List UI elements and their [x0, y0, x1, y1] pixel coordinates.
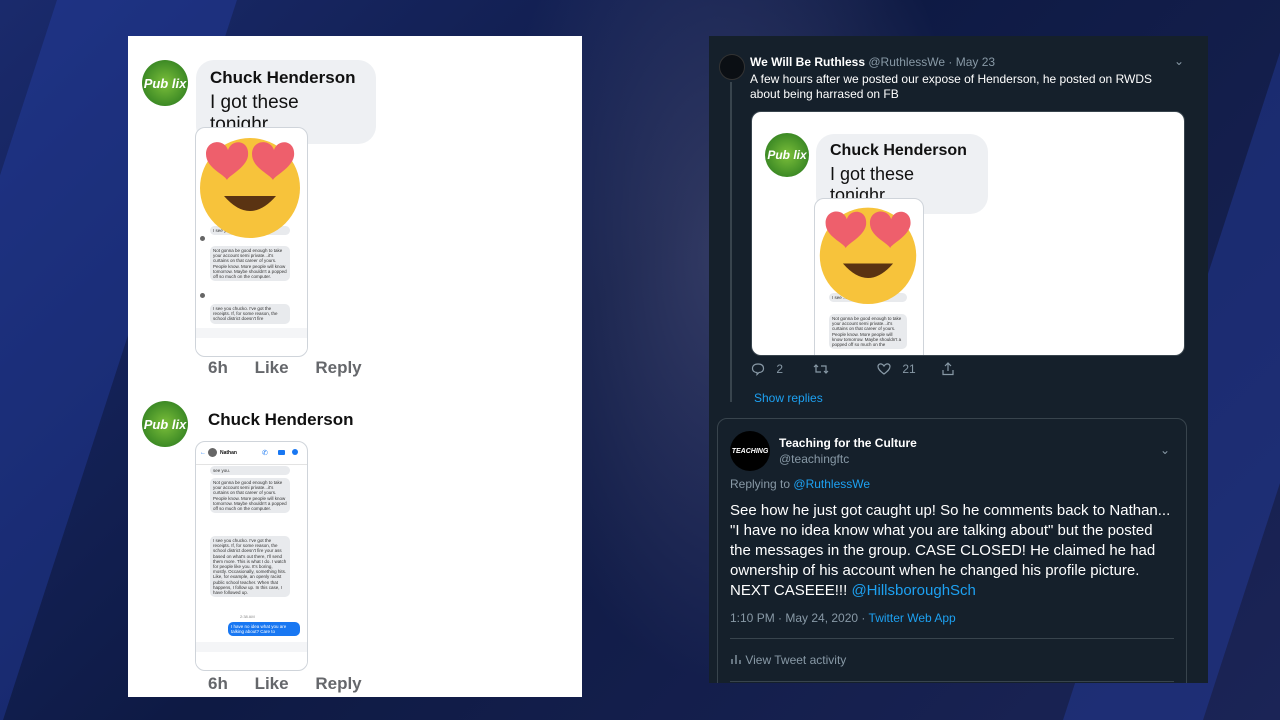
message-bubble: see you.	[210, 466, 290, 476]
avatar-text: Pub lix	[767, 148, 807, 162]
share-button[interactable]	[941, 362, 955, 379]
composer-bar	[196, 642, 307, 652]
phone-icon[interactable]: ✆	[262, 449, 268, 457]
reply-button[interactable]: Reply	[315, 674, 361, 693]
avatar-text: Pub lix	[143, 75, 187, 91]
tweet-author-handle[interactable]: @RuthlessWe	[868, 55, 945, 69]
commenter-name[interactable]: Chuck Henderson	[208, 410, 353, 430]
reply-tweet: TEACHING Teaching for the Culture @teach…	[717, 418, 1187, 683]
tweet-header: We Will Be Ruthless @RuthlessWe · May 23	[750, 55, 995, 69]
tweet-author-name[interactable]: We Will Be Ruthless	[750, 55, 865, 69]
tweet-body: See how he just got caught up! So he com…	[730, 501, 1176, 601]
replying-to: Replying to @RuthlessWe	[730, 477, 870, 491]
heart-eyes-emoji	[200, 138, 300, 238]
video-icon[interactable]	[278, 450, 285, 455]
view-activity-label: View Tweet activity	[745, 653, 847, 667]
replying-prefix: Replying to	[730, 477, 791, 491]
divider	[730, 638, 1174, 639]
view-activity-link[interactable]: View Tweet activity	[730, 653, 846, 667]
back-arrow-icon[interactable]: ←	[200, 450, 206, 456]
tweet-meta: 1:10 PM · May 24, 2020 · Twitter Web App	[730, 611, 956, 625]
comment-actions: 6h Like Reply	[208, 358, 384, 378]
tweet-author-handle[interactable]: @teachingftc	[779, 452, 849, 466]
tweet-image[interactable]: Pub lix Chuck Henderson I got these toni…	[751, 111, 1185, 356]
mention-link[interactable]: @HillsboroughSch	[851, 582, 975, 599]
message-bubble: I see you chucko. I've got the receipts.…	[210, 536, 290, 598]
tweet-source-link[interactable]: Twitter Web App	[869, 611, 956, 625]
like-button[interactable]: Like	[255, 674, 289, 693]
tweet-author-name[interactable]: Teaching for the Culture	[779, 436, 917, 450]
info-icon[interactable]	[292, 449, 298, 455]
message-bubble: I see you chucko. I've got the receipts.…	[210, 304, 290, 324]
message-bubble: Not gonna be good enough to take your ac…	[210, 246, 290, 282]
retweet-button[interactable]	[813, 362, 829, 379]
like-button[interactable]: Like	[255, 358, 289, 377]
divider	[730, 681, 1174, 682]
comment-time: 6h	[208, 358, 228, 377]
avatar[interactable]: Pub lix	[142, 401, 188, 447]
message-bubble: Not gonna be good enough to take your ac…	[210, 478, 290, 514]
reply-count: 2	[776, 362, 784, 376]
comment-actions: 6h Like Reply	[208, 674, 384, 694]
reply-icon	[751, 363, 765, 376]
commenter-name: Chuck Henderson	[830, 142, 967, 159]
replying-to-link[interactable]: @RuthlessWe	[793, 477, 870, 491]
composer-bar	[196, 328, 307, 338]
thread-line	[730, 82, 732, 402]
attached-screenshot[interactable]: ← Nathan ✆ see you. Not gonna be good en…	[195, 441, 308, 671]
avatar[interactable]	[719, 54, 745, 80]
avatar: Pub lix	[765, 133, 809, 177]
comment-time: 6h	[208, 674, 228, 693]
sent-message: I have no idea what you are talking abou…	[228, 622, 300, 637]
show-replies-link[interactable]: Show replies	[754, 391, 823, 405]
tweet-timestamp[interactable]: 1:10 PM · May 24, 2020 ·	[730, 611, 865, 625]
system-nav-bar	[196, 342, 307, 352]
message-bubble: Not gonna be good enough to take your ac…	[829, 314, 907, 350]
chevron-down-icon[interactable]: ⌄	[1160, 443, 1170, 457]
like-button[interactable]: 21	[877, 362, 916, 379]
share-icon	[942, 362, 954, 376]
like-count: 21	[902, 362, 916, 376]
avatar-text: TEACHING	[731, 447, 769, 455]
system-nav-bar	[196, 656, 307, 666]
retweet-icon	[813, 364, 829, 374]
reply-button[interactable]: 2	[751, 362, 783, 379]
contact-name: Nathan	[220, 450, 237, 456]
heart-eyes-emoji	[819, 207, 917, 304]
avatar[interactable]: TEACHING	[730, 431, 770, 471]
activity-icon	[731, 655, 741, 664]
facebook-screenshot-panel: Pub lix Chuck Henderson I got these toni…	[128, 36, 582, 697]
avatar[interactable]: Pub lix	[142, 60, 188, 106]
twitter-screenshot-panel: We Will Be Ruthless @RuthlessWe · May 23…	[709, 36, 1208, 683]
chat-header: ← Nathan ✆	[196, 442, 307, 465]
avatar-dot	[200, 293, 205, 298]
tweet-text: A few hours after we posted our expose o…	[750, 72, 1153, 101]
avatar-text: Pub lix	[143, 416, 187, 432]
message-timestamp: 2:38 AM	[240, 614, 255, 619]
avatar	[208, 448, 217, 457]
commenter-name[interactable]: Chuck Henderson	[210, 68, 362, 88]
reply-button[interactable]: Reply	[315, 358, 361, 377]
like-icon	[877, 363, 891, 375]
chevron-down-icon[interactable]: ⌄	[1174, 54, 1184, 68]
tweet-date[interactable]: · May 23	[948, 55, 995, 69]
